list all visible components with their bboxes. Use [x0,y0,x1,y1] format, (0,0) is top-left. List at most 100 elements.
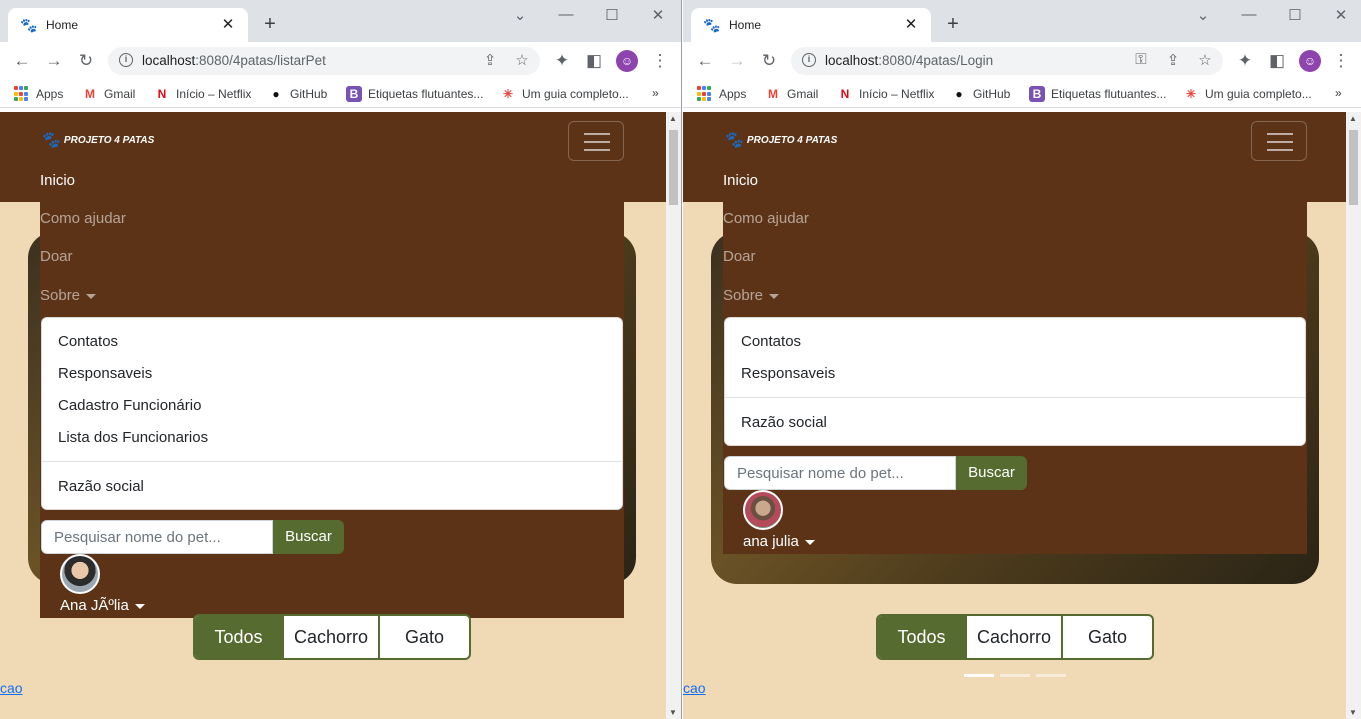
sobre-dropdown-menu: Contatos Responsaveis Razão social [724,317,1306,446]
pet-search-input[interactable] [42,521,272,553]
site-info-icon[interactable]: i [119,53,133,67]
extensions-icon[interactable]: ✦ [1235,51,1255,71]
back-icon[interactable]: ← [694,51,716,71]
search-button[interactable]: Buscar [956,456,1027,490]
tab-close-icon[interactable]: ✕ [220,17,236,33]
bookmark-github[interactable]: ● GitHub [268,86,327,102]
bookmark-guia[interactable]: ✳ Um guia completo... [1183,86,1312,102]
tab-search-icon[interactable]: ⌄ [510,6,530,24]
bookmarks-more-icon[interactable]: » [652,86,659,100]
nav-doar[interactable]: Doar [40,248,73,266]
bookmark-github[interactable]: ● GitHub [951,86,1010,102]
site-logo[interactable]: 🐾 PROJETO 4 PATAS [723,130,837,150]
profile-avatar-icon[interactable]: ☺ [1299,50,1321,72]
nav-como-ajudar[interactable]: Como ajudar [40,210,126,228]
close-window-icon[interactable]: ✕ [1331,6,1351,24]
dropdown-item-responsaveis[interactable]: Responsaveis [58,365,152,383]
side-panel-icon[interactable]: ◧ [584,51,604,71]
bookmark-star-icon[interactable]: ☆ [512,51,532,69]
back-icon[interactable]: ← [11,51,33,71]
password-key-icon[interactable]: ⚿ [1131,51,1151,68]
user-name-dropdown[interactable]: ana julia [743,533,815,550]
close-window-icon[interactable]: ✕ [648,6,668,24]
dropdown-item-cadastro-funcionario[interactable]: Cadastro Funcionário [58,397,201,415]
page-scrollbar[interactable]: ▲ ▼ [666,112,681,719]
bookmark-netflix[interactable]: N Início – Netflix [837,86,935,102]
bookmark-apps[interactable]: Apps [14,86,63,102]
dropdown-item-lista-funcionarios[interactable]: Lista dos Funcionarios [58,429,208,447]
dropdown-item-razao-social[interactable]: Razão social [741,414,827,432]
new-tab-icon[interactable]: + [260,14,280,34]
page-scrollbar[interactable]: ▲ ▼ [1346,112,1361,719]
share-icon[interactable]: ⇪ [480,51,500,69]
tab-search-icon[interactable]: ⌄ [1193,6,1213,24]
navbar-toggler-button[interactable] [568,121,624,161]
cao-link[interactable]: cao [683,680,706,696]
bookmark-apps[interactable]: Apps [697,86,746,102]
filter-cachorro-button[interactable]: Cachorro [284,616,380,658]
filter-gato-button[interactable]: Gato [380,616,469,658]
nav-inicio[interactable]: Inicio [40,172,75,190]
bookmark-netflix[interactable]: N Início – Netflix [154,86,252,102]
menu-icon[interactable]: ⋮ [650,51,670,71]
nav-sobre-dropdown[interactable]: Sobre [723,287,780,305]
forward-icon[interactable]: → [726,51,748,71]
dropdown-item-contatos[interactable]: Contatos [741,333,801,351]
scroll-up-icon[interactable]: ▲ [1349,114,1357,123]
cao-link[interactable]: cao [0,680,23,696]
maximize-icon[interactable]: ☐ [1285,6,1305,24]
site-logo[interactable]: 🐾 PROJETO 4 PATAS [40,130,154,150]
filter-cachorro-button[interactable]: Cachorro [967,616,1063,658]
bookmark-star-icon[interactable]: ☆ [1195,51,1215,69]
tab-close-icon[interactable]: ✕ [903,17,919,33]
reload-icon[interactable]: ↻ [758,51,780,71]
side-panel-icon[interactable]: ◧ [1267,51,1287,71]
forward-icon[interactable]: → [43,51,65,71]
carousel-indicators[interactable] [964,674,1066,677]
bookmark-etiquetas[interactable]: B Etiquetas flutuantes... [1029,86,1166,102]
scroll-down-icon[interactable]: ▼ [669,708,677,717]
nav-doar[interactable]: Doar [723,248,756,266]
site-info-icon[interactable]: i [802,53,816,67]
address-bar[interactable]: i localhost:8080/4patas/Login ⚿ ⇪ ☆ [791,47,1223,75]
minimize-icon[interactable]: — [1239,6,1259,23]
bookmark-etiquetas[interactable]: B Etiquetas flutuantes... [346,86,483,102]
minimize-icon[interactable]: — [556,6,576,23]
address-bar[interactable]: i localhost:8080/4patas/listarPet ⇪ ☆ [108,47,540,75]
bookmarks-more-icon[interactable]: » [1335,86,1342,100]
scroll-up-icon[interactable]: ▲ [669,114,677,123]
dropdown-item-razao-social[interactable]: Razão social [58,478,144,496]
scrollbar-thumb[interactable] [669,130,678,205]
filter-todos-button[interactable]: Todos [878,616,967,658]
user-avatar[interactable] [743,490,783,530]
filter-gato-button[interactable]: Gato [1063,616,1152,658]
share-icon[interactable]: ⇪ [1163,51,1183,69]
filter-todos-button[interactable]: Todos [195,616,284,658]
dropdown-item-contatos[interactable]: Contatos [58,333,118,351]
pet-search-field[interactable] [41,520,273,554]
browser-tab[interactable]: 🐾 Home ✕ [8,8,248,42]
gmail-icon: M [768,87,778,101]
nav-sobre-dropdown[interactable]: Sobre [40,287,97,305]
scrollbar-thumb[interactable] [1349,130,1358,205]
profile-avatar-icon[interactable]: ☺ [616,50,638,72]
bookmark-gmail[interactable]: M Gmail [82,86,135,102]
bookmark-guia[interactable]: ✳ Um guia completo... [500,86,629,102]
dropdown-item-responsaveis[interactable]: Responsaveis [741,365,835,383]
navbar-toggler-button[interactable] [1251,121,1307,161]
nav-inicio[interactable]: Inicio [723,172,758,190]
nav-como-ajudar[interactable]: Como ajudar [723,210,809,228]
pet-search-input[interactable] [725,457,955,489]
reload-icon[interactable]: ↻ [75,51,97,71]
search-button[interactable]: Buscar [273,520,344,554]
maximize-icon[interactable]: ☐ [602,6,622,24]
extensions-icon[interactable]: ✦ [552,51,572,71]
pet-search-field[interactable] [724,456,956,490]
browser-tab[interactable]: 🐾 Home ✕ [691,8,931,42]
new-tab-icon[interactable]: + [943,14,963,34]
menu-icon[interactable]: ⋮ [1331,51,1351,71]
scroll-down-icon[interactable]: ▼ [1349,708,1357,717]
user-avatar[interactable] [60,554,100,594]
bookmark-gmail[interactable]: M Gmail [765,86,818,102]
user-name-dropdown[interactable]: Ana JÃºlia [60,597,145,614]
